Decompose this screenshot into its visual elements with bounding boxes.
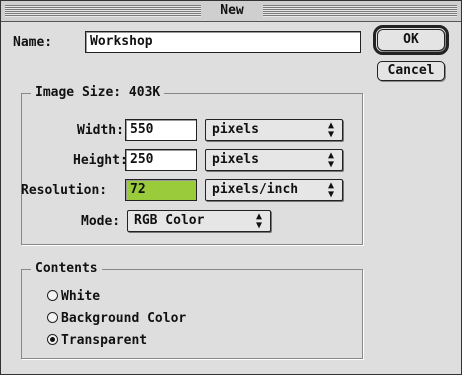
resolution-input[interactable]: 72: [125, 179, 197, 201]
mode-popup[interactable]: RGB Color ▲ ▼: [127, 210, 271, 232]
radio-button-icon: [47, 312, 58, 323]
contents-label: Contents: [31, 261, 102, 277]
width-unit-popup[interactable]: pixels ▲ ▼: [205, 119, 343, 141]
height-label: Height:: [73, 153, 128, 168]
radio-white[interactable]: White: [47, 289, 100, 305]
resolution-label: Resolution:: [21, 183, 108, 198]
radio-button-icon: [47, 290, 58, 301]
up-down-arrows-icon: ▲ ▼: [327, 150, 335, 170]
radio-background-color-label: Background Color: [61, 311, 187, 326]
window-title: New: [201, 1, 263, 21]
radio-transparent[interactable]: Transparent: [47, 333, 147, 349]
height-unit-popup[interactable]: pixels ▲ ▼: [205, 149, 343, 171]
ok-button[interactable]: OK: [373, 25, 449, 55]
title-bar[interactable]: New: [1, 1, 461, 22]
resolution-unit-popup[interactable]: pixels/inch ▲ ▼: [205, 179, 343, 201]
height-unit-value: pixels: [212, 152, 259, 167]
width-unit-value: pixels: [212, 122, 259, 137]
radio-button-selected-icon: [47, 334, 58, 345]
mode-label: Mode:: [81, 214, 121, 229]
name-label: Name:: [13, 35, 53, 50]
up-down-arrows-icon: ▲ ▼: [327, 120, 335, 140]
image-size-label: Image Size: 403K: [31, 85, 165, 101]
radio-transparent-label: Transparent: [61, 333, 148, 348]
radio-white-label: White: [61, 289, 101, 304]
height-input[interactable]: 250: [125, 149, 197, 171]
width-label: Width:: [77, 123, 124, 138]
up-down-arrows-icon: ▲ ▼: [255, 211, 263, 231]
new-document-dialog: New Name: Workshop OK Cancel Image Size:…: [0, 0, 462, 375]
cancel-button[interactable]: Cancel: [377, 61, 445, 81]
up-down-arrows-icon: ▲ ▼: [327, 180, 335, 200]
radio-background-color[interactable]: Background Color: [47, 311, 186, 327]
mode-value: RGB Color: [134, 213, 205, 228]
resolution-unit-value: pixels/inch: [212, 182, 299, 197]
name-input[interactable]: Workshop: [85, 31, 361, 53]
width-input[interactable]: 550: [125, 119, 197, 141]
